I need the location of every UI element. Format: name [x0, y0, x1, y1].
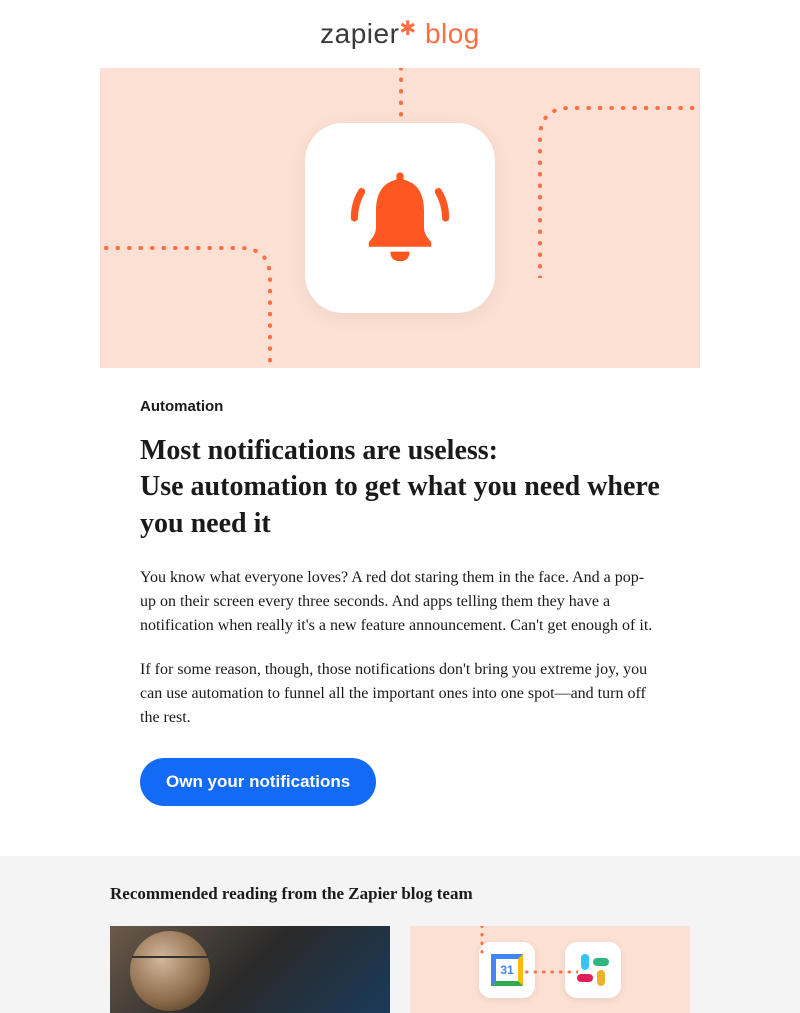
- asterisk-icon: ✱: [399, 18, 416, 40]
- title-line-2: Use automation to get what you need wher…: [140, 469, 660, 542]
- dotted-path-left: [100, 208, 320, 368]
- logo-text: zapier✱ blog: [320, 18, 480, 50]
- hero-wrapper: [0, 68, 800, 368]
- article-content: Automation Most notifications are useles…: [0, 368, 800, 856]
- logo[interactable]: zapier✱ blog: [320, 18, 480, 50]
- hero-image: [100, 68, 700, 368]
- person-photo: [130, 931, 210, 1011]
- dotted-path-center: [396, 68, 406, 128]
- dotted-path-mini-mid: [518, 968, 578, 976]
- article-title: Most notifications are useless: Use auto…: [140, 433, 660, 542]
- logo-suffix: blog: [425, 18, 480, 49]
- recommended-section: Recommended reading from the Zapier blog…: [0, 856, 800, 1013]
- cta-button[interactable]: Own your notifications: [140, 758, 376, 806]
- bell-icon: [340, 158, 460, 278]
- article-category: Automation: [140, 398, 660, 415]
- article-paragraph-1: You know what everyone loves? A red dot …: [140, 566, 660, 638]
- dotted-path-mini-top: [478, 926, 486, 956]
- glasses-icon: [132, 956, 208, 958]
- logo-brand: zapier: [320, 18, 399, 49]
- calendar-day-label: 31: [491, 954, 523, 986]
- bell-card: [305, 123, 495, 313]
- recommended-heading: Recommended reading from the Zapier blog…: [110, 884, 690, 904]
- article-paragraph-2: If for some reason, though, those notifi…: [140, 658, 660, 730]
- title-line-1: Most notifications are useless:: [140, 433, 660, 469]
- header: zapier✱ blog: [0, 0, 800, 68]
- dotted-path-right: [510, 78, 700, 278]
